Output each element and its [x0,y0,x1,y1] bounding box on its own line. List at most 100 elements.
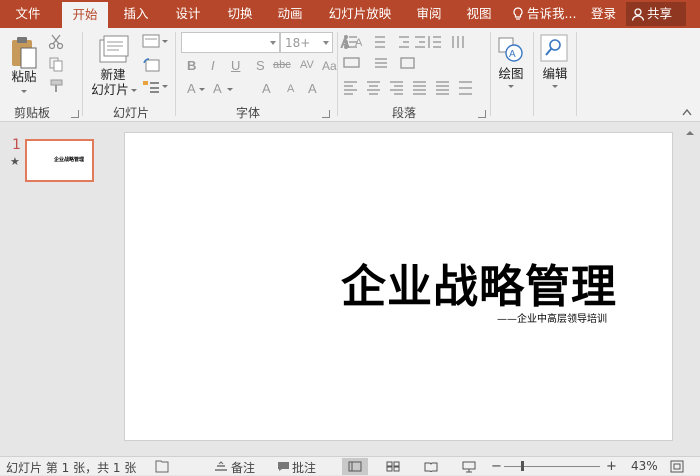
reset-slide-icon[interactable] [142,57,160,73]
zoom-slider-thumb[interactable] [521,461,524,471]
tell-me-text: 告诉我... [527,6,577,21]
group-divider [337,32,338,116]
collapse-ribbon-icon[interactable] [682,108,692,116]
columns-icon [452,36,464,48]
spell-check-icon[interactable] [155,460,169,473]
tab-slideshow[interactable]: 幻灯片放映 [326,0,394,28]
align-left-icon [344,81,357,95]
paste-button[interactable]: 粘贴 [8,69,40,84]
underline-icon[interactable]: U [231,58,240,73]
paragraph-group-label: 段落 [392,106,417,120]
bullets-icon [344,35,357,49]
tab-review[interactable]: 审阅 [409,0,449,28]
highlight-dropdown-caret[interactable] [199,88,205,91]
new-slide-label-2[interactable]: 幻灯片 [88,82,132,97]
justify-icon [413,81,426,95]
distributed-icon [436,81,449,95]
align-center-icon [367,81,380,95]
zoom-out-icon[interactable]: − [491,459,502,474]
thumbnail-title: 企业战略管理 [54,157,85,163]
format-painter-icon[interactable] [48,78,66,94]
shapes-icon: A [498,37,523,62]
login-link[interactable]: 登录 [591,0,616,28]
scroll-up-icon[interactable] [686,131,694,135]
shadow-icon[interactable]: S [256,58,265,73]
group-divider [175,32,176,116]
text-highlight-icon[interactable]: A [187,81,196,96]
font-color-dropdown-caret[interactable] [227,88,233,91]
thumbnail-number: 1 [12,137,21,153]
tab-animations[interactable]: 动画 [270,0,310,28]
paragraph-launcher[interactable] [478,110,486,118]
font-launcher[interactable] [322,110,330,118]
align-right-icon [390,81,403,95]
font-group-label: 字体 [236,106,261,120]
slide-canvas[interactable]: 企业战略管理 ——企业中高层领导培训 [124,132,673,441]
tab-view[interactable]: 视图 [459,0,499,28]
font-size-up-icon[interactable]: A [262,81,271,96]
tell-me-search[interactable]: 告诉我... [512,0,576,28]
new-slide-icon [99,35,129,63]
layout-dropdown-caret[interactable] [162,40,168,43]
reading-view-button[interactable] [418,458,444,475]
comments-button[interactable]: 批注 [292,459,316,476]
find-icon [540,34,568,62]
scissors-icon[interactable] [48,34,64,50]
italic-icon[interactable]: I [211,58,215,73]
slide-subtitle[interactable]: ——企业中高层领导培训 [497,310,607,325]
slide-thumbnail[interactable]: 企业战略管理 [25,139,94,182]
slide-title[interactable]: 企业战略管理 [341,250,617,315]
share-button[interactable]: 共享 [626,2,686,26]
copy-icon[interactable] [48,56,64,72]
change-case-icon[interactable]: Aa [322,59,337,73]
vertical-scrollbar[interactable] [680,123,700,456]
tab-transitions[interactable]: 切换 [220,0,260,28]
clipboard-group-label: 剪贴板 [14,106,51,120]
section-icon[interactable] [142,79,160,95]
new-slide-label-1[interactable]: 新建 [88,67,138,82]
character-spacing-icon[interactable]: AV [300,59,314,71]
group-divider [576,32,577,116]
group-divider [82,32,83,116]
slide-sorter-icon [386,461,400,472]
clear-format-icon[interactable]: A [213,81,222,96]
layout-icon[interactable] [142,34,160,48]
zoom-slider[interactable] [504,466,600,467]
status-bar: 幻灯片 第 1 张，共 1 张 备注 批注 − + 43% [0,456,700,475]
ribbon-home: 粘贴 剪贴板 新建 幻灯片 幻灯片 18+ A A B I U S abc AV… [0,28,700,122]
person-icon [631,8,645,21]
paste-dropdown-caret[interactable] [21,90,27,93]
zoom-level[interactable]: 43% [631,459,658,473]
increase-indent-icon [415,36,425,48]
eraser-icon[interactable]: A [308,81,317,96]
slideshow-button[interactable] [456,458,482,475]
zoom-in-icon[interactable]: + [606,459,617,474]
section-dropdown-caret[interactable] [162,85,168,88]
drawing-dropdown-caret[interactable] [508,85,514,88]
editing-dropdown-caret[interactable] [552,85,558,88]
font-size-value: 18+ [285,36,311,50]
font-size-down-icon[interactable]: A [287,83,294,95]
slide-sorter-button[interactable] [380,458,406,475]
paste-icon [12,37,37,69]
bold-icon[interactable]: B [187,58,196,73]
svg-text:A: A [509,49,516,60]
tab-file[interactable]: 文件 [8,0,48,28]
tab-insert[interactable]: 插入 [116,0,156,28]
strikethrough-icon[interactable]: abc [273,59,291,71]
notes-button[interactable]: 备注 [231,459,255,476]
column-settings-icon [459,81,472,95]
normal-view-button[interactable] [342,458,368,475]
share-label: 共享 [647,6,673,21]
drawing-button[interactable]: 绘图 [494,66,528,81]
clipboard-launcher[interactable] [71,110,79,118]
new-slide-dropdown-caret[interactable] [131,89,137,92]
font-size-combobox[interactable]: 18+ [280,32,333,53]
tab-home[interactable]: 开始 [62,2,108,28]
comments-icon [278,462,289,471]
fit-to-window-icon[interactable] [670,460,684,473]
editing-button[interactable]: 编辑 [538,66,572,81]
font-name-combobox[interactable] [181,32,280,53]
decrease-indent-icon [399,36,409,48]
tab-design[interactable]: 设计 [168,0,208,28]
